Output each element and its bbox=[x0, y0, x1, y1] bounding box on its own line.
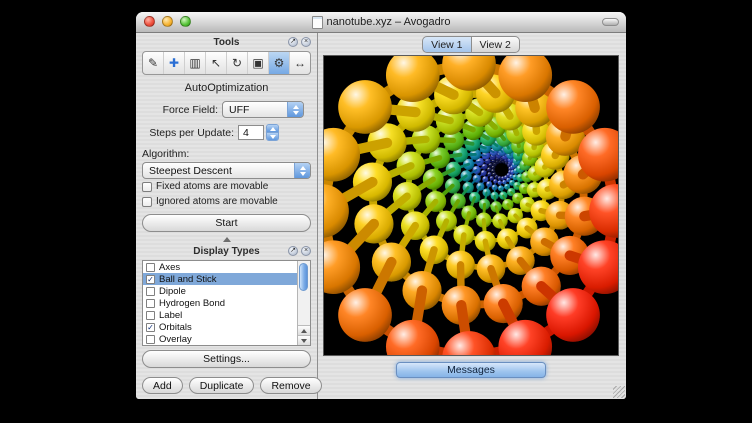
tool-dock: Tools ↗ × ✎ ✚ ▥ ↖ ↻ ▣ ⚙ ↔ AutoOptimizati… bbox=[136, 33, 318, 399]
steps-input[interactable]: 4 bbox=[238, 125, 264, 140]
ignored-atoms-checkbox[interactable] bbox=[142, 197, 152, 207]
chevron-up-icon bbox=[223, 237, 231, 242]
selection-tool-button[interactable]: ↖ bbox=[206, 52, 227, 74]
steps-stepper bbox=[266, 124, 279, 141]
fixed-atoms-label: Fixed atoms are movable bbox=[156, 181, 268, 192]
zoom-window-button[interactable] bbox=[180, 16, 191, 27]
undock-panel-icon[interactable]: ↗ bbox=[288, 246, 298, 256]
messages-button[interactable]: Messages bbox=[396, 362, 546, 378]
fixed-atoms-checkbox[interactable] bbox=[142, 182, 152, 192]
rotate-icon: ↻ bbox=[232, 56, 242, 70]
display-type-checkbox[interactable]: ✓ bbox=[146, 323, 155, 332]
navigate-icon: ✚ bbox=[169, 56, 179, 70]
close-window-button[interactable] bbox=[144, 16, 155, 27]
bond-centric-icon: ▥ bbox=[189, 56, 200, 70]
tab-view-1[interactable]: View 1 bbox=[422, 36, 470, 53]
resize-grip[interactable] bbox=[613, 386, 625, 398]
manipulate-icon: ▣ bbox=[252, 56, 263, 70]
force-field-select[interactable]: UFF bbox=[222, 101, 304, 118]
steps-per-update-label: Steps per Update: bbox=[142, 127, 234, 139]
undock-panel-icon[interactable]: ↗ bbox=[288, 37, 298, 47]
display-type-row-label[interactable]: Label bbox=[143, 309, 297, 321]
duplicate-button[interactable]: Duplicate bbox=[189, 377, 255, 394]
display-type-checkbox[interactable]: ✓ bbox=[146, 275, 155, 284]
start-button[interactable]: Start bbox=[142, 214, 311, 232]
tool-buttons-row: ✎ ✚ ▥ ↖ ↻ ▣ ⚙ ↔ bbox=[142, 51, 311, 75]
close-panel-icon[interactable]: × bbox=[301, 246, 311, 256]
algorithm-label: Algorithm: bbox=[142, 148, 311, 160]
bond-centric-tool-button[interactable]: ▥ bbox=[185, 52, 206, 74]
auto-rotate-tool-button[interactable]: ↻ bbox=[227, 52, 248, 74]
display-type-checkbox[interactable] bbox=[146, 299, 155, 308]
close-panel-icon[interactable]: × bbox=[301, 37, 311, 47]
navigate-tool-button[interactable]: ✚ bbox=[164, 52, 185, 74]
add-button[interactable]: Add bbox=[142, 377, 183, 394]
tool-section-title: AutoOptimization bbox=[142, 82, 311, 94]
settings-button[interactable]: Settings... bbox=[142, 350, 311, 368]
steps-decrement-button[interactable] bbox=[267, 133, 278, 140]
3d-viewport[interactable] bbox=[323, 55, 619, 356]
window-controls bbox=[144, 16, 191, 27]
measure-icon: ↔ bbox=[294, 56, 306, 70]
steps-increment-button[interactable] bbox=[267, 125, 278, 133]
display-types-panel-header: Display Types ↗ × bbox=[142, 245, 311, 258]
scrollbar-thumb[interactable] bbox=[299, 263, 308, 291]
scrollbar[interactable] bbox=[297, 261, 310, 345]
force-field-label: Force Field: bbox=[142, 104, 218, 116]
auto-optimize-tool-button[interactable]: ⚙ bbox=[269, 52, 290, 74]
panel-splitter[interactable] bbox=[142, 235, 311, 244]
display-type-row-ball-and-stick[interactable]: ✓ Ball and Stick bbox=[143, 273, 297, 285]
view-tabs: View 1 View 2 bbox=[323, 36, 619, 53]
display-type-row-overlay[interactable]: Overlay bbox=[143, 333, 297, 345]
display-type-checkbox[interactable] bbox=[146, 335, 155, 344]
measure-tool-button[interactable]: ↔ bbox=[290, 52, 310, 74]
document-icon bbox=[312, 16, 323, 29]
remove-button[interactable]: Remove bbox=[260, 377, 321, 394]
display-type-row-orbitals[interactable]: ✓ Orbitals bbox=[143, 321, 297, 333]
minimize-window-button[interactable] bbox=[162, 16, 173, 27]
tools-panel-header: Tools ↗ × bbox=[142, 36, 311, 49]
display-types-panel-title: Display Types bbox=[142, 245, 311, 258]
popup-arrow-icon bbox=[294, 163, 310, 178]
scroll-down-button[interactable] bbox=[298, 335, 310, 345]
window-title: nanotube.xyz – Avogadro bbox=[327, 16, 451, 28]
pencil-icon: ✎ bbox=[148, 56, 158, 70]
display-type-row-axes[interactable]: Axes bbox=[143, 261, 297, 273]
display-type-checkbox[interactable] bbox=[146, 263, 155, 272]
tools-panel-title: Tools bbox=[142, 36, 311, 49]
window-titlebar[interactable]: nanotube.xyz – Avogadro bbox=[136, 12, 626, 33]
display-type-checkbox[interactable] bbox=[146, 311, 155, 320]
popup-arrow-icon bbox=[287, 102, 303, 117]
manipulate-tool-button[interactable]: ▣ bbox=[248, 52, 269, 74]
cursor-icon: ↖ bbox=[211, 56, 221, 70]
display-type-row-dipole[interactable]: Dipole bbox=[143, 285, 297, 297]
gear-icon: ⚙ bbox=[274, 56, 285, 70]
display-type-checkbox[interactable] bbox=[146, 287, 155, 296]
ignored-atoms-label: Ignored atoms are movable bbox=[156, 196, 278, 207]
display-type-row-hydrogen-bond[interactable]: Hydrogen Bond bbox=[143, 297, 297, 309]
algorithm-select[interactable]: Steepest Descent bbox=[142, 162, 311, 179]
display-type-actions: Add Duplicate Remove bbox=[142, 377, 311, 394]
display-types-list: Axes ✓ Ball and Stick Dipole Hydrogen Bo… bbox=[142, 260, 311, 346]
tab-view-2[interactable]: View 2 bbox=[471, 36, 520, 53]
avogadro-window: nanotube.xyz – Avogadro Tools ↗ × ✎ ✚ ▥ … bbox=[136, 12, 626, 399]
toolbar-toggle-button[interactable] bbox=[602, 18, 619, 26]
view-area: View 1 View 2 Messages bbox=[318, 33, 626, 399]
scroll-up-button[interactable] bbox=[298, 325, 310, 335]
draw-tool-button[interactable]: ✎ bbox=[143, 52, 164, 74]
